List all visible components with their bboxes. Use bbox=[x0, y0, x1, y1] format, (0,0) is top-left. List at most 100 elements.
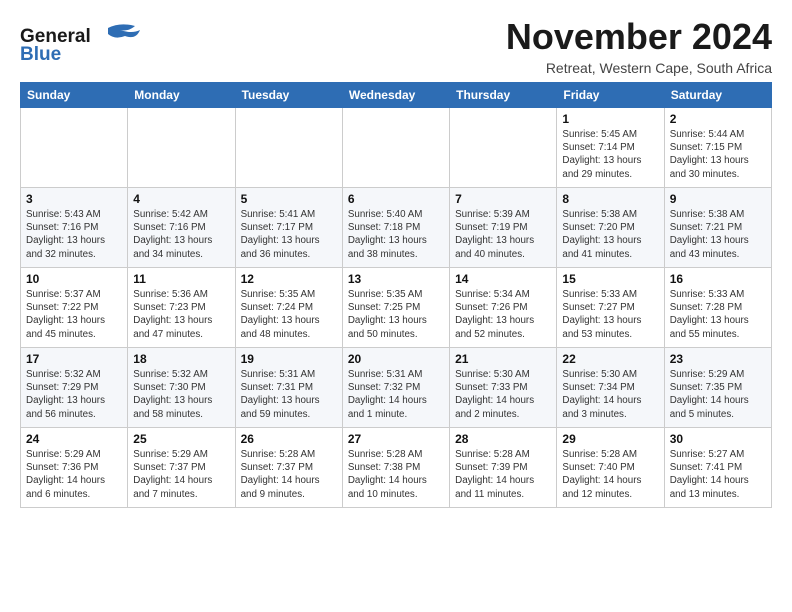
month-title: November 2024 bbox=[506, 16, 772, 58]
day-cell: 22Sunrise: 5:30 AMSunset: 7:34 PMDayligh… bbox=[557, 348, 664, 428]
day-number: 30 bbox=[670, 432, 766, 446]
day-info: Sunrise: 5:33 AMSunset: 7:28 PMDaylight:… bbox=[670, 288, 766, 341]
day-cell bbox=[128, 108, 235, 188]
day-info: Sunrise: 5:28 AMSunset: 7:40 PMDaylight:… bbox=[562, 448, 658, 501]
day-number: 17 bbox=[26, 352, 122, 366]
day-info: Sunrise: 5:38 AMSunset: 7:20 PMDaylight:… bbox=[562, 208, 658, 261]
day-cell bbox=[342, 108, 449, 188]
day-number: 16 bbox=[670, 272, 766, 286]
day-number: 1 bbox=[562, 112, 658, 126]
day-number: 29 bbox=[562, 432, 658, 446]
day-number: 20 bbox=[348, 352, 444, 366]
header-cell-friday: Friday bbox=[557, 83, 664, 108]
day-number: 7 bbox=[455, 192, 551, 206]
header-cell-saturday: Saturday bbox=[664, 83, 771, 108]
header-cell-monday: Monday bbox=[128, 83, 235, 108]
header-cell-sunday: Sunday bbox=[21, 83, 128, 108]
day-info: Sunrise: 5:29 AMSunset: 7:35 PMDaylight:… bbox=[670, 368, 766, 421]
day-info: Sunrise: 5:32 AMSunset: 7:30 PMDaylight:… bbox=[133, 368, 229, 421]
week-row-3: 10 Sunrise: 5:37 AMSunset: 7:22 PMDayligh… bbox=[21, 268, 772, 348]
day-number: 13 bbox=[348, 272, 444, 286]
day-number: 3 bbox=[26, 192, 122, 206]
day-cell: 24 Sunrise: 5:29 AMSunset: 7:36 PMDayligh… bbox=[21, 428, 128, 508]
day-cell: 20 Sunrise: 5:31 AMSunset: 7:32 PMDayligh… bbox=[342, 348, 449, 428]
day-info: Sunrise: 5:41 AMSunset: 7:17 PMDaylight:… bbox=[241, 208, 337, 261]
header: General Blue November 2024 Retreat, West… bbox=[20, 16, 772, 76]
day-number: 25 bbox=[133, 432, 229, 446]
day-cell: 23 Sunrise: 5:29 AMSunset: 7:35 PMDayligh… bbox=[664, 348, 771, 428]
subtitle: Retreat, Western Cape, South Africa bbox=[506, 60, 772, 76]
calendar-table: SundayMondayTuesdayWednesdayThursdayFrid… bbox=[20, 82, 772, 508]
day-info: Sunrise: 5:44 AMSunset: 7:15 PMDaylight:… bbox=[670, 128, 766, 181]
day-cell: 9 Sunrise: 5:38 AMSunset: 7:21 PMDaylight… bbox=[664, 188, 771, 268]
day-cell: 15 Sunrise: 5:33 AMSunset: 7:27 PMDayligh… bbox=[557, 268, 664, 348]
header-cell-wednesday: Wednesday bbox=[342, 83, 449, 108]
day-number: 15 bbox=[562, 272, 658, 286]
day-cell: 21Sunrise: 5:30 AMSunset: 7:33 PMDayligh… bbox=[450, 348, 557, 428]
week-row-1: 1 Sunrise: 5:45 AMSunset: 7:14 PMDaylight… bbox=[21, 108, 772, 188]
day-cell: 29 Sunrise: 5:28 AMSunset: 7:40 PMDayligh… bbox=[557, 428, 664, 508]
day-cell: 7Sunrise: 5:39 AMSunset: 7:19 PMDaylight… bbox=[450, 188, 557, 268]
day-cell: 8Sunrise: 5:38 AMSunset: 7:20 PMDaylight… bbox=[557, 188, 664, 268]
day-info: Sunrise: 5:36 AMSunset: 7:23 PMDaylight:… bbox=[133, 288, 229, 341]
day-cell: 2 Sunrise: 5:44 AMSunset: 7:15 PMDaylight… bbox=[664, 108, 771, 188]
day-info: Sunrise: 5:28 AMSunset: 7:37 PMDaylight:… bbox=[241, 448, 337, 501]
logo: General Blue bbox=[20, 16, 150, 69]
week-row-4: 17 Sunrise: 5:32 AMSunset: 7:29 PMDayligh… bbox=[21, 348, 772, 428]
day-cell: 25 Sunrise: 5:29 AMSunset: 7:37 PMDayligh… bbox=[128, 428, 235, 508]
day-cell: 11 Sunrise: 5:36 AMSunset: 7:23 PMDayligh… bbox=[128, 268, 235, 348]
header-row: SundayMondayTuesdayWednesdayThursdayFrid… bbox=[21, 83, 772, 108]
day-info: Sunrise: 5:37 AMSunset: 7:22 PMDaylight:… bbox=[26, 288, 122, 341]
day-cell: 13 Sunrise: 5:35 AMSunset: 7:25 PMDayligh… bbox=[342, 268, 449, 348]
day-cell: 10 Sunrise: 5:37 AMSunset: 7:22 PMDayligh… bbox=[21, 268, 128, 348]
day-number: 2 bbox=[670, 112, 766, 126]
day-number: 11 bbox=[133, 272, 229, 286]
header-cell-thursday: Thursday bbox=[450, 83, 557, 108]
day-number: 23 bbox=[670, 352, 766, 366]
day-cell: 12Sunrise: 5:35 AMSunset: 7:24 PMDayligh… bbox=[235, 268, 342, 348]
day-number: 6 bbox=[348, 192, 444, 206]
week-row-5: 24 Sunrise: 5:29 AMSunset: 7:36 PMDayligh… bbox=[21, 428, 772, 508]
day-cell: 16 Sunrise: 5:33 AMSunset: 7:28 PMDayligh… bbox=[664, 268, 771, 348]
day-number: 21 bbox=[455, 352, 551, 366]
day-cell: 28Sunrise: 5:28 AMSunset: 7:39 PMDayligh… bbox=[450, 428, 557, 508]
day-cell bbox=[235, 108, 342, 188]
day-cell: 19 Sunrise: 5:31 AMSunset: 7:31 PMDayligh… bbox=[235, 348, 342, 428]
day-cell: 4Sunrise: 5:42 AMSunset: 7:16 PMDaylight… bbox=[128, 188, 235, 268]
day-number: 5 bbox=[241, 192, 337, 206]
day-cell: 18Sunrise: 5:32 AMSunset: 7:30 PMDayligh… bbox=[128, 348, 235, 428]
day-number: 19 bbox=[241, 352, 337, 366]
day-info: Sunrise: 5:34 AMSunset: 7:26 PMDaylight:… bbox=[455, 288, 551, 341]
day-number: 24 bbox=[26, 432, 122, 446]
day-cell bbox=[450, 108, 557, 188]
day-cell: 30Sunrise: 5:27 AMSunset: 7:41 PMDayligh… bbox=[664, 428, 771, 508]
day-info: Sunrise: 5:40 AMSunset: 7:18 PMDaylight:… bbox=[348, 208, 444, 261]
day-info: Sunrise: 5:42 AMSunset: 7:16 PMDaylight:… bbox=[133, 208, 229, 261]
day-info: Sunrise: 5:31 AMSunset: 7:31 PMDaylight:… bbox=[241, 368, 337, 421]
day-number: 10 bbox=[26, 272, 122, 286]
day-number: 9 bbox=[670, 192, 766, 206]
day-info: Sunrise: 5:29 AMSunset: 7:36 PMDaylight:… bbox=[26, 448, 122, 501]
day-info: Sunrise: 5:29 AMSunset: 7:37 PMDaylight:… bbox=[133, 448, 229, 501]
day-cell: 26 Sunrise: 5:28 AMSunset: 7:37 PMDayligh… bbox=[235, 428, 342, 508]
day-info: Sunrise: 5:33 AMSunset: 7:27 PMDaylight:… bbox=[562, 288, 658, 341]
svg-text:Blue: Blue bbox=[20, 44, 61, 64]
day-cell: 27Sunrise: 5:28 AMSunset: 7:38 PMDayligh… bbox=[342, 428, 449, 508]
day-info: Sunrise: 5:31 AMSunset: 7:32 PMDaylight:… bbox=[348, 368, 444, 421]
day-info: Sunrise: 5:45 AMSunset: 7:14 PMDaylight:… bbox=[562, 128, 658, 181]
day-number: 14 bbox=[455, 272, 551, 286]
header-cell-tuesday: Tuesday bbox=[235, 83, 342, 108]
day-cell: 1 Sunrise: 5:45 AMSunset: 7:14 PMDaylight… bbox=[557, 108, 664, 188]
day-info: Sunrise: 5:32 AMSunset: 7:29 PMDaylight:… bbox=[26, 368, 122, 421]
day-info: Sunrise: 5:35 AMSunset: 7:25 PMDaylight:… bbox=[348, 288, 444, 341]
day-number: 26 bbox=[241, 432, 337, 446]
day-cell: 5 Sunrise: 5:41 AMSunset: 7:17 PMDaylight… bbox=[235, 188, 342, 268]
day-number: 28 bbox=[455, 432, 551, 446]
day-info: Sunrise: 5:30 AMSunset: 7:34 PMDaylight:… bbox=[562, 368, 658, 421]
logo-text: General Blue bbox=[20, 20, 150, 69]
day-info: Sunrise: 5:38 AMSunset: 7:21 PMDaylight:… bbox=[670, 208, 766, 261]
day-info: Sunrise: 5:35 AMSunset: 7:24 PMDaylight:… bbox=[241, 288, 337, 341]
day-cell: 14 Sunrise: 5:34 AMSunset: 7:26 PMDayligh… bbox=[450, 268, 557, 348]
day-cell bbox=[21, 108, 128, 188]
week-row-2: 3Sunrise: 5:43 AMSunset: 7:16 PMDaylight… bbox=[21, 188, 772, 268]
